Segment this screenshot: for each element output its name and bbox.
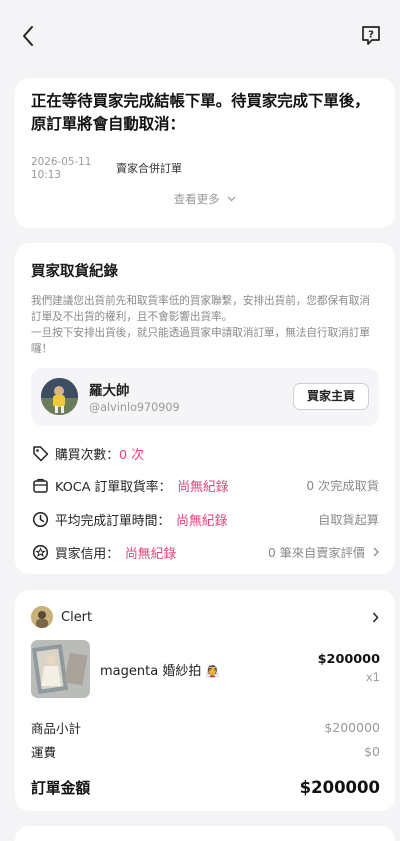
seller-reviews-text: 0 筆來自賣家評價 — [268, 546, 365, 560]
top-bar: ? — [0, 0, 400, 72]
purchase-count-row: 購買次數： 0 次 — [31, 441, 379, 465]
see-more-label: 查看更多 — [173, 192, 220, 206]
event-label: 賣家合併訂單 — [116, 162, 182, 175]
event-time: 10:13 — [31, 169, 61, 181]
buyer-home-button[interactable]: 買家主頁 — [293, 383, 369, 410]
shipping-value: $0 — [364, 744, 380, 759]
product-quantity: x1 — [365, 670, 380, 684]
pending-checkout-notice: 正在等待買家完成結帳下單。待買家完成下單後，原訂單將會自動取消： — [31, 92, 370, 133]
svg-text:?: ? — [368, 30, 374, 41]
shop-name: Clert — [61, 609, 93, 625]
avg-time-value: 尚無紀錄 — [176, 513, 228, 529]
tag-icon — [31, 444, 49, 462]
order-card: Clert magenta 婚紗拍 👰 $200000 x1 商品小計 $200… — [15, 590, 395, 811]
avg-time-row: 平均完成訂單時間： 尚無紀錄 自取貨起算 — [31, 507, 379, 531]
clock-icon — [31, 510, 49, 528]
total-row: 訂單金額 $200000 — [31, 777, 380, 798]
pickup-rate-label: KOCA 訂單取貨率： — [55, 479, 172, 495]
product-image[interactable] — [31, 640, 90, 698]
star-badge-icon — [31, 543, 49, 561]
pickup-rate-row: KOCA 訂單取貨率： 尚無紀錄 0 次完成取貨 — [31, 473, 379, 497]
notice-card: 正在等待買家完成結帳下單。待買家完成下單後，原訂單將會自動取消： 2026-05… — [15, 78, 395, 228]
chevron-right-icon — [373, 547, 379, 557]
back-arrow-icon — [23, 26, 33, 46]
event-date: 2026-05-11 — [31, 156, 92, 168]
buyer-name: 羅大帥 — [89, 383, 130, 399]
buyer-credit-label: 買家信用： — [55, 546, 119, 562]
avg-time-note: 自取貨起算 — [318, 513, 379, 527]
help-button[interactable]: ? — [360, 24, 384, 48]
shipping-label: 運費 — [31, 745, 57, 760]
product-name: magenta 婚紗拍 👰 — [100, 660, 219, 679]
pickup-count-text: 0 次完成取貨 — [306, 479, 379, 493]
shop-row[interactable]: Clert — [31, 605, 379, 629]
product-price: $200000 — [317, 652, 380, 667]
pickup-rate-value: 尚無紀錄 — [177, 479, 229, 495]
buyer-profile: 羅大帥 @alvinlo970909 買家主頁 — [31, 368, 379, 426]
next-card — [15, 826, 395, 841]
buyer-record-card: 買家取貨紀錄 我們建議您出貨前先和取貨率低的買家聯繫，安排出貨前，您都保有取消訂… — [15, 243, 395, 574]
order-total-value: $200000 — [299, 778, 380, 797]
buyer-credit-row[interactable]: 買家信用： 尚無紀錄 0 筆來自賣家評價 — [31, 540, 379, 564]
chevron-down-icon — [227, 196, 236, 202]
purchase-count-label: 購買次數： — [55, 447, 119, 463]
buyer-credit-value: 尚無紀錄 — [124, 546, 177, 562]
subtotal-value: $200000 — [324, 720, 380, 735]
avg-time-label: 平均完成訂單時間： — [55, 513, 171, 529]
subtotal-row: 商品小計 $200000 — [31, 718, 380, 737]
buyer-handle: @alvinlo970909 — [89, 401, 180, 414]
seller-reviews-link[interactable]: 0 筆來自賣家評價 — [268, 543, 379, 561]
help-question-icon: ? — [362, 26, 380, 45]
chevron-right-icon — [372, 612, 379, 622]
back-button[interactable] — [16, 22, 40, 50]
advice-text: 我們建議您出貨前先和取貨率低的買家聯繫，安排出貨前，您都保有取消訂單及不出貨的權… — [31, 295, 370, 355]
product-name-text: magenta 婚紗拍 — [100, 664, 202, 679]
shipping-row: 運費 $0 — [31, 742, 380, 761]
event-datetime: 2026-05-11 10:13 — [31, 156, 91, 182]
bride-emoji-icon: 👰 — [205, 665, 220, 678]
purchase-count-value: 0 次 — [118, 447, 144, 463]
see-more-button[interactable]: 查看更多 — [15, 191, 395, 207]
buyer-avatar — [41, 378, 78, 415]
order-total-label: 訂單金額 — [31, 780, 91, 797]
bag-icon — [31, 476, 49, 494]
shop-avatar — [31, 606, 53, 628]
subtotal-label: 商品小計 — [31, 721, 82, 736]
section-title: 買家取貨紀錄 — [31, 264, 118, 280]
